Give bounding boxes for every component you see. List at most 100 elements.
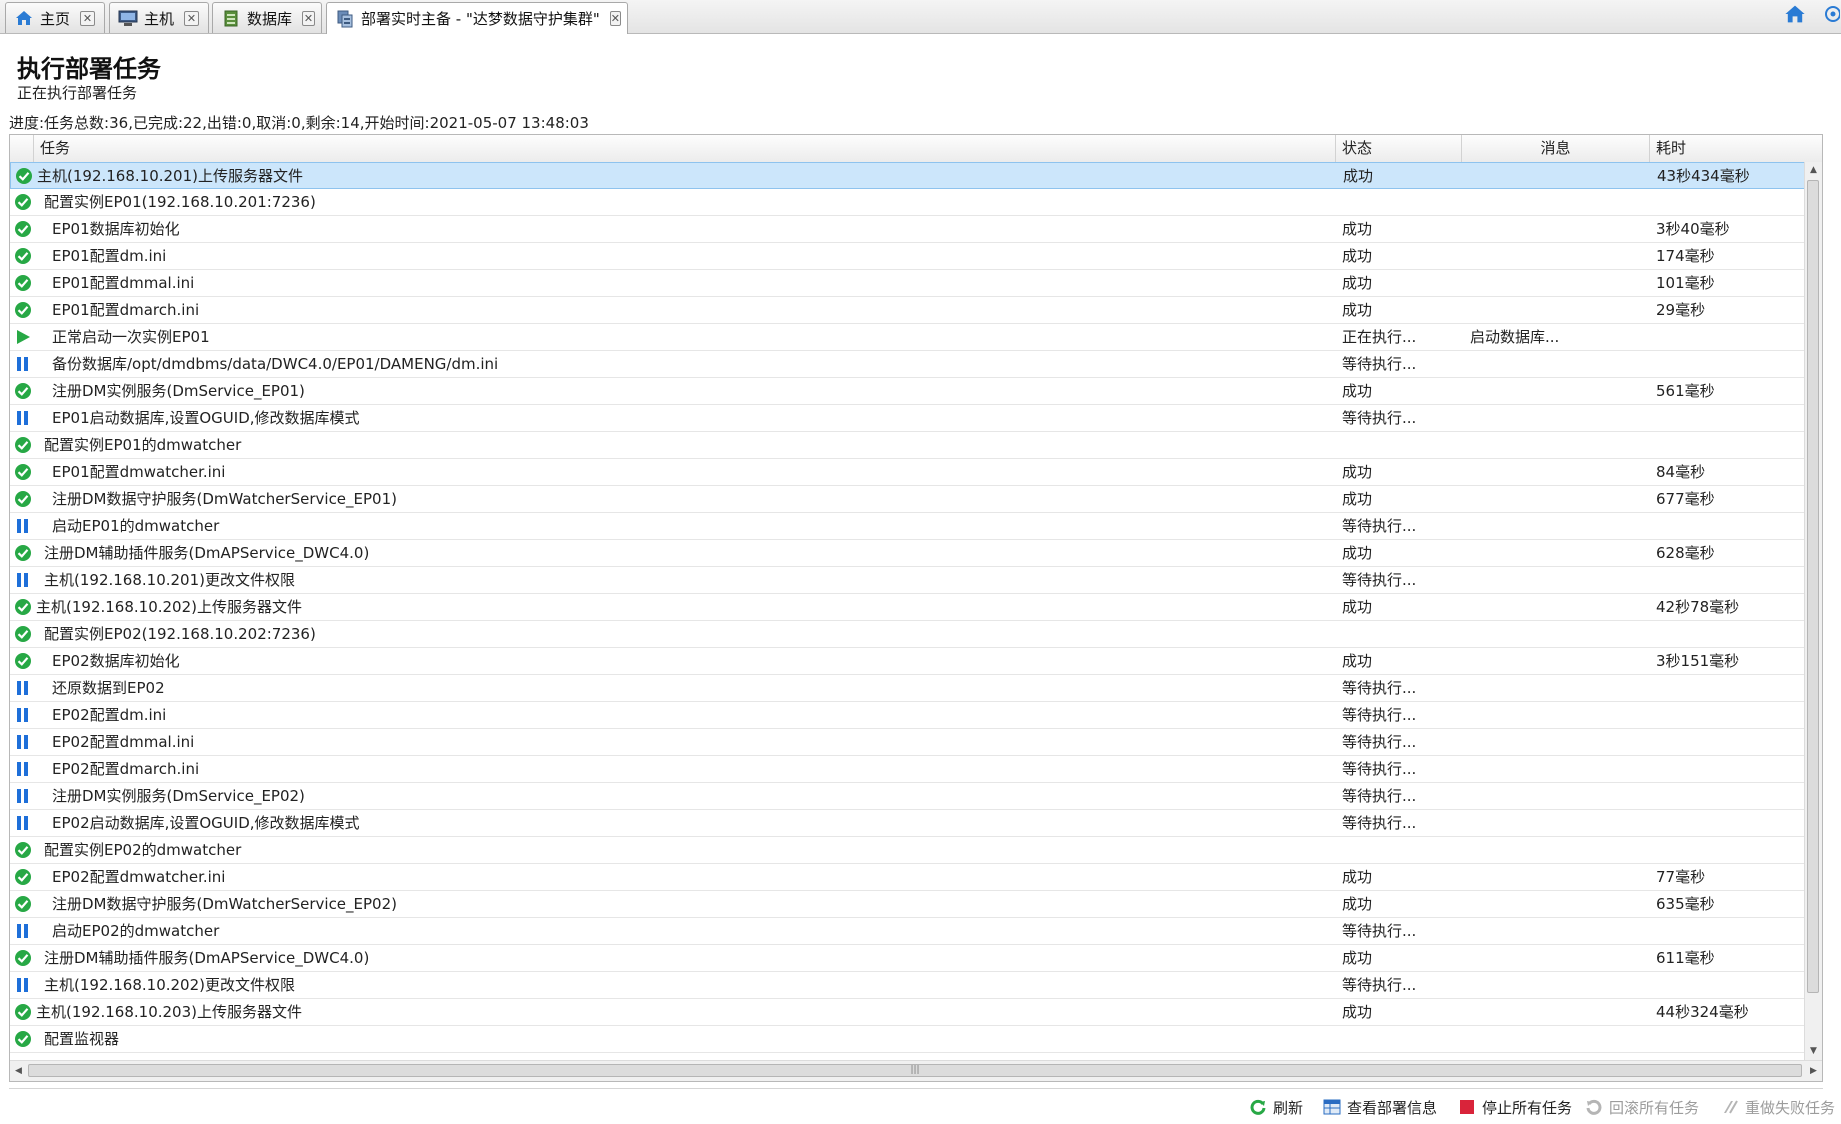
window-settings-button[interactable] [1822, 3, 1841, 29]
tab-database[interactable]: 数据库 ✕ [212, 2, 322, 33]
task-row[interactable]: 主机(192.168.10.203)上传服务器文件 成功 44秒324毫秒 [10, 999, 1822, 1026]
task-row[interactable]: EP02数据库初始化 成功 3秒151毫秒 [10, 648, 1822, 675]
pending-pause-icon [14, 517, 32, 535]
task-row[interactable]: EP02配置dmarch.ini 等待执行... [10, 756, 1822, 783]
close-icon[interactable]: ✕ [80, 10, 96, 26]
task-status-cell: 等待执行... [1342, 706, 1417, 724]
task-row[interactable]: 配置监视器 [10, 1026, 1822, 1053]
tab-home[interactable]: 主页 ✕ [5, 2, 105, 33]
stop-icon [1458, 1098, 1476, 1116]
task-name-cell: 配置实例EP01(192.168.10.201:7236) [44, 193, 316, 211]
task-row[interactable]: 注册DM数据守护服务(DmWatcherService_EP01) 成功 677毫秒 [10, 486, 1822, 513]
redo-failed-tasks-button[interactable]: 重做失败任务 [1721, 1095, 1835, 1119]
rollback-icon [1585, 1098, 1603, 1116]
redo-icon [1721, 1098, 1739, 1116]
task-row[interactable]: 配置实例EP01的dmwatcher [10, 432, 1822, 459]
task-row[interactable]: EP02配置dmmal.ini 等待执行... [10, 729, 1822, 756]
task-status-cell: 成功 [1342, 949, 1373, 967]
task-row[interactable]: 主机(192.168.10.201)更改文件权限 等待执行... [10, 567, 1822, 594]
task-row[interactable]: 注册DM数据守护服务(DmWatcherService_EP02) 成功 635毫秒 [10, 891, 1822, 918]
view-deploy-info-button[interactable]: 查看部署信息 [1323, 1095, 1437, 1119]
column-header-message[interactable]: 消息 [1462, 135, 1650, 162]
stop-all-tasks-button[interactable]: 停止所有任务 [1458, 1095, 1572, 1119]
task-row[interactable]: 正常启动一次实例EP01 正在执行... 启动数据库... [10, 324, 1822, 351]
task-name-cell: EP02配置dmarch.ini [52, 760, 200, 778]
task-row[interactable]: 注册DM辅助插件服务(DmAPService_DWC4.0) 成功 611毫秒 [10, 945, 1822, 972]
task-name-cell: EP01配置dmmal.ini [52, 274, 195, 292]
task-row[interactable]: EP02配置dm.ini 等待执行... [10, 702, 1822, 729]
task-row[interactable]: 配置实例EP02的dmwatcher [10, 837, 1822, 864]
task-row[interactable]: 主机(192.168.10.201)上传服务器文件 成功 43秒434毫秒 [10, 162, 1822, 189]
task-name-cell: 主机(192.168.10.201)上传服务器文件 [37, 167, 303, 185]
task-status-cell: 成功 [1342, 895, 1373, 913]
vertical-scroll-thumb[interactable] [1807, 180, 1819, 993]
success-check-icon [14, 274, 32, 292]
close-icon[interactable]: ✕ [184, 10, 200, 26]
tab-deploy[interactable]: 部署实时主备 - "达梦数据守护集群" ✕ [326, 2, 628, 34]
task-row[interactable]: 还原数据到EP02 等待执行... [10, 675, 1822, 702]
scroll-right-arrow-icon[interactable]: ▶ [1805, 1061, 1822, 1081]
success-check-icon [14, 436, 32, 454]
task-row[interactable]: EP01配置dmmal.ini 成功 101毫秒 [10, 270, 1822, 297]
column-header-elapsed[interactable]: 耗时 [1650, 135, 1822, 162]
task-elapsed-cell: 84毫秒 [1656, 463, 1706, 481]
success-check-icon [14, 490, 32, 508]
success-check-icon [14, 949, 32, 967]
task-row[interactable]: EP01配置dmarch.ini 成功 29毫秒 [10, 297, 1822, 324]
task-row[interactable]: 主机(192.168.10.202)更改文件权限 等待执行... [10, 972, 1822, 999]
task-row[interactable]: 备份数据库/opt/dmdbms/data/DWC4.0/EP01/DAMENG… [10, 351, 1822, 378]
bottom-toolbar: 刷新 查看部署信息 停止所有任务 回滚所有任务 重做失败任务 [9, 1088, 1835, 1124]
task-status-cell: 等待执行... [1342, 571, 1417, 589]
vertical-scrollbar[interactable]: ▲ ▼ [1804, 162, 1822, 1060]
rollback-all-tasks-button[interactable]: 回滚所有任务 [1585, 1095, 1699, 1119]
pending-pause-icon [14, 409, 32, 427]
success-check-icon [14, 841, 32, 859]
tab-label: 部署实时主备 - "达梦数据守护集群" [361, 10, 600, 28]
task-row[interactable]: 启动EP02的dmwatcher 等待执行... [10, 918, 1822, 945]
horizontal-scrollbar[interactable]: ◀ ||| ▶ [10, 1060, 1822, 1081]
success-check-icon [14, 220, 32, 238]
task-row[interactable]: 启动EP01的dmwatcher 等待执行... [10, 513, 1822, 540]
gear-icon [1822, 3, 1841, 29]
task-row[interactable]: EP01数据库初始化 成功 3秒40毫秒 [10, 216, 1822, 243]
close-icon[interactable]: ✕ [609, 11, 621, 26]
task-elapsed-cell: 44秒324毫秒 [1656, 1003, 1749, 1021]
task-row[interactable]: 主机(192.168.10.202)上传服务器文件 成功 42秒78毫秒 [10, 594, 1822, 621]
task-row[interactable]: 配置实例EP02(192.168.10.202:7236) [10, 621, 1822, 648]
task-elapsed-cell: 611毫秒 [1656, 949, 1715, 967]
task-row[interactable]: EP02启动数据库,设置OGUID,修改数据库模式 等待执行... [10, 810, 1822, 837]
task-name-cell: EP02配置dm.ini [52, 706, 167, 724]
task-name-cell: 注册DM数据守护服务(DmWatcherService_EP01) [52, 490, 398, 508]
task-row[interactable]: 注册DM辅助插件服务(DmAPService_DWC4.0) 成功 628毫秒 [10, 540, 1822, 567]
success-check-icon [14, 868, 32, 886]
scroll-up-arrow-icon[interactable]: ▲ [1805, 162, 1822, 179]
task-row[interactable]: EP01启动数据库,设置OGUID,修改数据库模式 等待执行... [10, 405, 1822, 432]
task-row[interactable]: 注册DM实例服务(DmService_EP01) 成功 561毫秒 [10, 378, 1822, 405]
task-elapsed-cell: 174毫秒 [1656, 247, 1715, 265]
column-header-task[interactable]: 任务 [34, 135, 1336, 162]
scroll-left-arrow-icon[interactable]: ◀ [10, 1061, 27, 1081]
refresh-icon [1249, 1098, 1267, 1116]
task-name-cell: 主机(192.168.10.201)更改文件权限 [44, 571, 295, 589]
task-status-cell: 等待执行... [1342, 922, 1417, 940]
task-status-cell: 等待执行... [1342, 976, 1417, 994]
refresh-button[interactable]: 刷新 [1249, 1095, 1303, 1119]
close-icon[interactable]: ✕ [302, 10, 315, 26]
task-row[interactable]: 注册DM实例服务(DmService_EP02) 等待执行... [10, 783, 1822, 810]
task-elapsed-cell: 101毫秒 [1656, 274, 1715, 292]
task-row[interactable]: EP01配置dm.ini 成功 174毫秒 [10, 243, 1822, 270]
grid-header: 任务 状态 消息 耗时 [10, 135, 1822, 163]
column-header-status[interactable]: 状态 [1336, 135, 1462, 162]
tab-host[interactable]: 主机 ✕ [109, 2, 209, 33]
success-check-icon [14, 544, 32, 562]
task-row[interactable]: EP01配置dmwatcher.ini 成功 84毫秒 [10, 459, 1822, 486]
task-row[interactable]: 配置实例EP01(192.168.10.201:7236) [10, 189, 1822, 216]
pending-pause-icon [14, 976, 32, 994]
task-name-cell: EP02配置dmwatcher.ini [52, 868, 226, 886]
task-row[interactable]: EP02配置dmwatcher.ini 成功 77毫秒 [10, 864, 1822, 891]
home-button[interactable] [1783, 3, 1807, 29]
task-status-cell: 成功 [1342, 220, 1373, 238]
horizontal-scroll-thumb[interactable]: ||| [28, 1064, 1802, 1077]
task-name-cell: 备份数据库/opt/dmdbms/data/DWC4.0/EP01/DAMENG… [52, 355, 499, 373]
scroll-down-arrow-icon[interactable]: ▼ [1805, 1043, 1822, 1060]
